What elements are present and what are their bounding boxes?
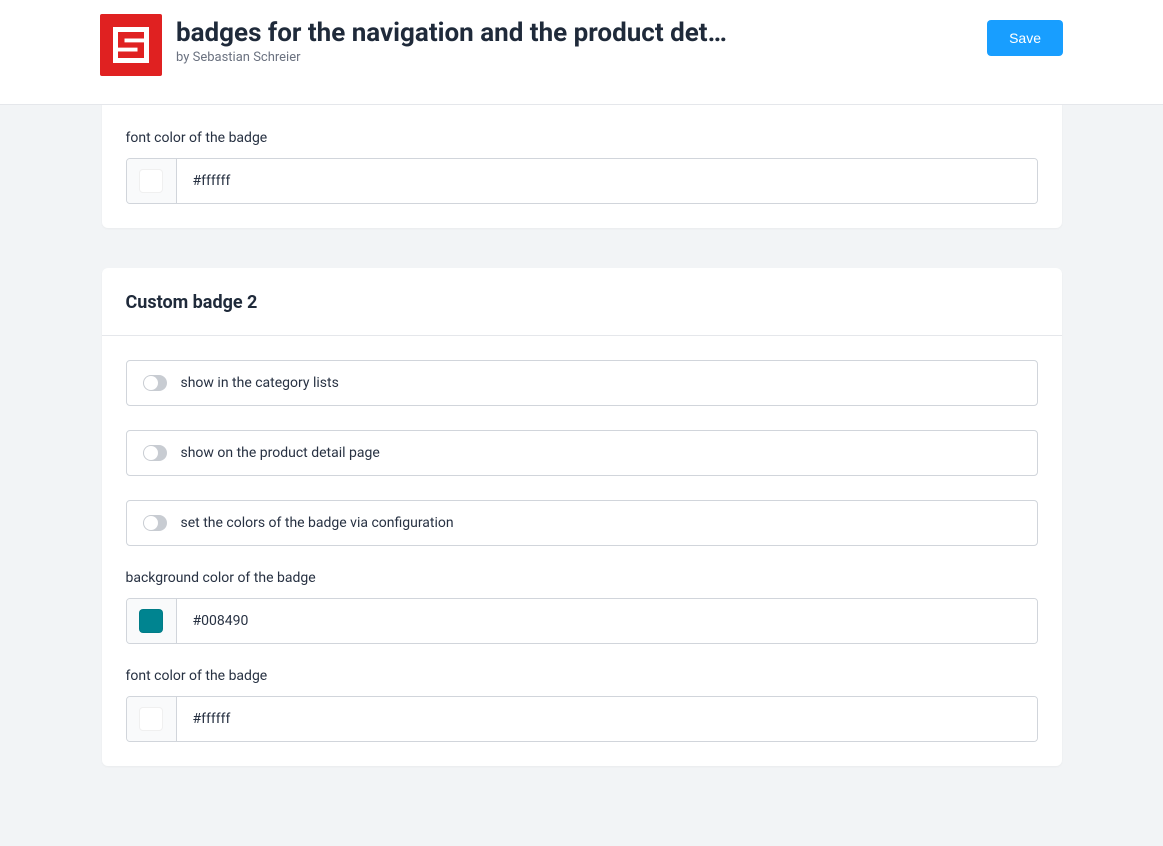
swatch-bg-color-2[interactable] xyxy=(127,599,177,643)
toggle-label-config: set the colors of the badge via configur… xyxy=(181,515,454,531)
toggle-row-category[interactable]: show in the category lists xyxy=(126,360,1038,406)
card-badge2: Custom badge 2 show in the category list… xyxy=(102,268,1062,766)
toggle-product[interactable] xyxy=(143,445,167,461)
input-bg-color-2[interactable] xyxy=(177,599,1037,643)
toggle-row-product[interactable]: show on the product detail page xyxy=(126,430,1038,476)
page-subtitle: by Sebastian Schreier xyxy=(176,50,727,65)
swatch-font-color-1[interactable] xyxy=(127,159,177,203)
label-font-color-1: font color of the badge xyxy=(126,130,1038,146)
card-title-badge2: Custom badge 2 xyxy=(126,292,1038,313)
input-font-color-2[interactable] xyxy=(177,697,1037,741)
header: badges for the navigation and the produc… xyxy=(0,0,1163,105)
save-button[interactable]: Save xyxy=(987,20,1063,56)
plugin-logo xyxy=(100,14,162,76)
page-title: badges for the navigation and the produc… xyxy=(176,18,727,48)
toggle-label-category: show in the category lists xyxy=(181,375,339,391)
field-bg-color-2: background color of the badge xyxy=(126,570,1038,644)
field-font-color-1: font color of the badge xyxy=(126,130,1038,204)
swatch-font-color-2[interactable] xyxy=(127,697,177,741)
input-font-color-1[interactable] xyxy=(177,159,1037,203)
label-font-color-2: font color of the badge xyxy=(126,668,1038,684)
toggle-row-config[interactable]: set the colors of the badge via configur… xyxy=(126,500,1038,546)
toggle-label-product: show on the product detail page xyxy=(181,445,380,461)
field-font-color-2: font color of the badge xyxy=(126,668,1038,742)
label-bg-color-2: background color of the badge xyxy=(126,570,1038,586)
toggle-category[interactable] xyxy=(143,375,167,391)
toggle-config[interactable] xyxy=(143,515,167,531)
